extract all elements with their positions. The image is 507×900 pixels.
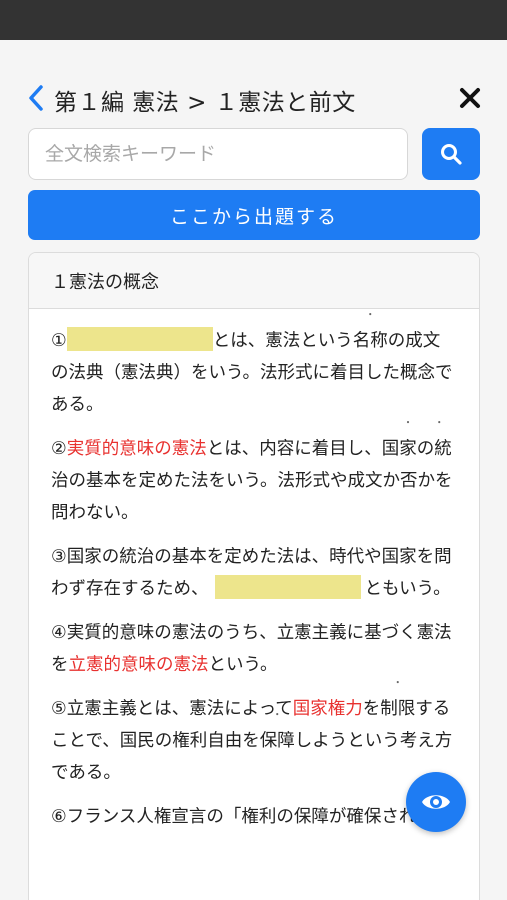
paragraph-text: ⑥フランス人権宣言の「権利の保障が確保され <box>51 807 417 827</box>
paragraph-text: ともいう。 <box>364 579 451 599</box>
paragraph-number: ① <box>51 331 67 351</box>
fill-in-blank[interactable] <box>66 327 213 351</box>
emphasis-text: 国家の <box>382 439 435 459</box>
paragraph-5: ⑤立憲主義とは、憲法によって国家権力を制限することで、国民の権利自由を保障しよう… <box>51 693 457 789</box>
chevron-left-icon[interactable] <box>24 82 48 114</box>
key-term: 立憲的意味の憲法 <box>68 655 209 675</box>
header: 第１編 憲法 > １憲法と前文 <box>0 70 507 126</box>
paragraph-text: とは、内容に着目し、 <box>206 439 382 459</box>
close-icon[interactable] <box>456 84 484 112</box>
status-bar <box>0 0 507 40</box>
paragraph-text: とは、憲法という <box>212 331 353 351</box>
key-term: 実質的意味の憲法 <box>66 439 207 459</box>
search-icon <box>441 144 462 165</box>
eye-icon <box>422 795 450 809</box>
paragraph-text: を <box>362 699 381 719</box>
paragraph-number: ② <box>51 439 67 459</box>
search-button[interactable] <box>422 128 480 180</box>
section-title: １憲法の概念 <box>29 253 479 309</box>
emphasis-text: 制限 <box>380 699 415 719</box>
emphasis-text: 名称 <box>353 331 388 351</box>
start-quiz-button[interactable]: ここから出題する <box>28 190 480 240</box>
search-input[interactable] <box>28 128 408 180</box>
breadcrumb-text: 第１編 憲法 > １憲法と前文 <box>54 90 356 116</box>
section-body: ①とは、憲法という名称の成文の法典（憲法典）をいう。法形式に着目した概念である。… <box>29 309 479 833</box>
emphasis-text: 保障 <box>260 731 295 751</box>
paragraph-1: ①とは、憲法という名称の成文の法典（憲法典）をいう。法形式に着目した概念である。 <box>51 325 457 421</box>
fill-in-blank[interactable] <box>214 575 361 599</box>
search-bar <box>28 128 480 180</box>
paragraph-4: ④実質的意味の憲法のうち、立憲主義に基づく憲法を立憲的意味の憲法という。 <box>51 617 457 681</box>
key-term: 国家権力 <box>292 699 363 719</box>
paragraph-text: ⑤立憲主義とは、憲法によって <box>51 699 293 719</box>
paragraph-text: という。 <box>208 655 278 675</box>
paragraph-2: ②実質的意味の憲法とは、内容に着目し、国家の統治の基本を定めた法をいう。法形式や… <box>51 433 457 529</box>
paragraph-3: ③国家の統治の基本を定めた法は、時代や国家を問わず存在するため、 ともいう。 <box>51 541 457 605</box>
paragraph-6: ⑥フランス人権宣言の「権利の保障が確保され <box>51 801 457 833</box>
breadcrumb: 第１編 憲法 > １憲法と前文 <box>54 83 356 117</box>
toggle-answers-button[interactable] <box>406 772 466 832</box>
